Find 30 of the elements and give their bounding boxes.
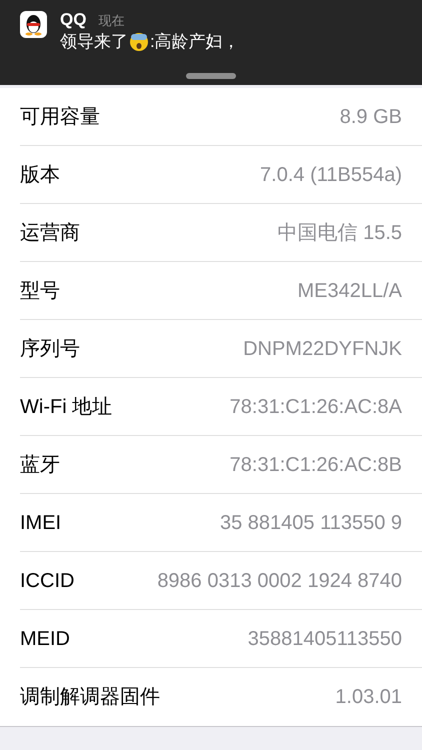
row-label: 蓝牙: [20, 452, 60, 478]
message-text: :高龄产妇，: [150, 30, 240, 52]
row-value: 35 881405 113550 9: [220, 510, 402, 536]
row-label: Wi-Fi 地址: [20, 394, 112, 420]
row-value: DNPM22DYFNJK: [243, 336, 402, 362]
emoji-icon: [129, 32, 149, 52]
row-label: ICCID: [20, 568, 74, 594]
row-value: 1.03.01: [335, 685, 402, 710]
row-value: 78:31:C1:26:AC:8B: [230, 452, 402, 478]
row-label: IMEI: [20, 510, 62, 536]
row-value: 78:31:C1:26:AC:8A: [230, 394, 402, 420]
app-name: QQ: [60, 10, 86, 30]
row-label: 可用容量: [20, 104, 100, 130]
notification-banner[interactable]: QQ 现在 领导来了 :高龄产妇，: [0, 0, 422, 85]
row-label: 调制解调器固件: [20, 685, 160, 710]
row-value: 中国电信 15.5: [278, 220, 402, 246]
row-value: 8.9 GB: [340, 104, 402, 130]
row-value: 35881405113550: [248, 626, 402, 652]
row-label: 型号: [20, 278, 60, 304]
row-value: 7.0.4 (11B554a): [260, 162, 402, 188]
notification-time: 现在: [98, 12, 124, 30]
row-value: ME342LL/A: [297, 278, 402, 304]
pull-handle[interactable]: [186, 73, 236, 79]
message-text: 领导来了: [60, 30, 128, 52]
penguin-icon: [20, 11, 47, 38]
row-label: 运营商: [20, 220, 80, 246]
row-label: 序列号: [20, 336, 80, 362]
row-label: MEID: [20, 626, 70, 652]
row-label: 版本: [20, 162, 60, 188]
row-value: 8986 0313 0002 1924 8740: [157, 568, 402, 594]
